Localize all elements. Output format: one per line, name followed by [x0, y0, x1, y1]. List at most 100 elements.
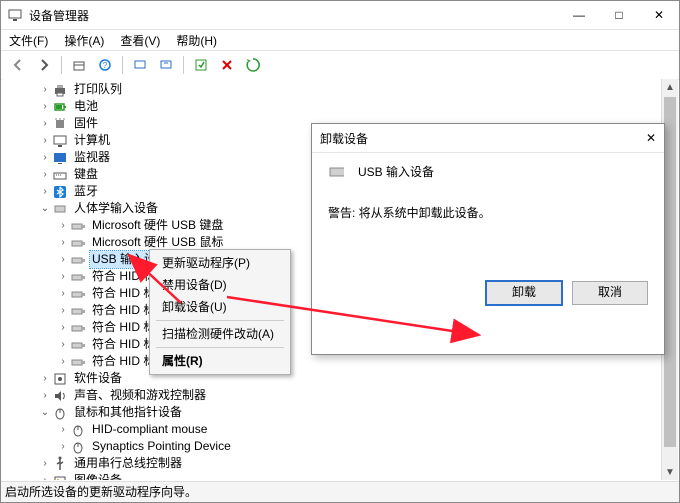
menu-file[interactable]: 文件(F)	[7, 32, 50, 49]
device-button-1[interactable]	[129, 54, 151, 76]
device-icon	[70, 320, 86, 336]
context-menu-item[interactable]: 卸载设备(U)	[152, 296, 288, 318]
tree-item[interactable]: ›Synaptics Pointing Device	[2, 438, 678, 455]
tree-toggle[interactable]: ›	[56, 217, 70, 234]
device-icon	[70, 252, 86, 268]
uninstall-tool-button[interactable]	[216, 54, 238, 76]
menu-view[interactable]: 查看(V)	[118, 32, 162, 49]
status-text: 启动所选设备的更新驱动程序向导。	[5, 485, 197, 499]
forward-button[interactable]	[33, 54, 55, 76]
dialog-close-button[interactable]: ✕	[626, 131, 656, 145]
context-menu-item[interactable]: 扫描检测硬件改动(A)	[152, 323, 288, 345]
tree-item-label: 计算机	[72, 132, 112, 149]
tree-item[interactable]: › 通用串行总线控制器	[2, 455, 678, 472]
tree-toggle[interactable]: ›	[56, 268, 70, 285]
tree-item[interactable]: › 符合 HID 标	[2, 353, 678, 370]
tree-toggle[interactable]: ›	[56, 251, 70, 268]
tree-toggle[interactable]: ›	[56, 234, 70, 251]
back-button[interactable]	[7, 54, 29, 76]
tree-item[interactable]: ›声音、视频和游戏控制器	[2, 387, 678, 404]
tree-item-label: 软件设备	[72, 370, 124, 387]
context-menu: 更新驱动程序(P)禁用设备(D)卸载设备(U) 扫描检测硬件改动(A) 属性(R)	[149, 249, 291, 375]
update-tool-button[interactable]	[242, 54, 264, 76]
tree-item-label: 符合 HID 标	[90, 336, 157, 353]
help-button[interactable]: ?	[94, 54, 116, 76]
dialog-warning-text: 警告: 将从系统中卸载此设备。	[328, 204, 648, 221]
tree-item[interactable]: › 打印队列	[2, 81, 678, 98]
tree-toggle[interactable]: ⌄	[38, 200, 52, 217]
device-icon	[70, 218, 86, 234]
tree-item-label: HID-compliant mouse	[90, 421, 209, 438]
mouse-icon	[70, 439, 86, 455]
dialog-device-row: USB 输入设备	[328, 163, 648, 180]
tree-item-label: 通用串行总线控制器	[72, 455, 184, 472]
tree-item[interactable]: › 图像设备	[2, 472, 678, 480]
device-button-2[interactable]	[155, 54, 177, 76]
tree-toggle[interactable]: ›	[38, 166, 52, 183]
cancel-button[interactable]: 取消	[572, 281, 648, 305]
scroll-down-button[interactable]: ▼	[662, 464, 678, 480]
tree-item[interactable]: › 电池	[2, 98, 678, 115]
tree-toggle[interactable]: ›	[56, 285, 70, 302]
tree-toggle[interactable]: ›	[56, 438, 70, 455]
properties-button[interactable]	[68, 54, 90, 76]
minimize-button[interactable]: —	[559, 1, 599, 29]
window-title: 设备管理器	[29, 7, 559, 24]
device-icon	[328, 164, 344, 180]
close-button[interactable]: ✕	[639, 1, 679, 29]
software-icon	[52, 371, 68, 387]
tree-item-label: 符合 HID 标	[90, 302, 157, 319]
tree-item-label: 图像设备	[72, 472, 124, 480]
tree-toggle[interactable]: ›	[38, 387, 52, 404]
tree-item-label: 打印队列	[72, 81, 124, 98]
menu-help[interactable]: 帮助(H)	[174, 32, 219, 49]
toolbar-separator	[183, 56, 184, 74]
tree-toggle[interactable]: ›	[38, 115, 52, 132]
tree-item-label: 鼠标和其他指针设备	[72, 404, 184, 421]
device-icon	[70, 337, 86, 353]
tree-toggle[interactable]: ›	[56, 302, 70, 319]
tree-toggle[interactable]: ›	[56, 336, 70, 353]
tree-item[interactable]: › 软件设备	[2, 370, 678, 387]
tree-toggle[interactable]: ›	[56, 421, 70, 438]
tree-item[interactable]: ⌄ 鼠标和其他指针设备	[2, 404, 678, 421]
tree-toggle[interactable]: ›	[38, 132, 52, 149]
hid-icon	[52, 201, 68, 217]
uninstall-dialog: 卸载设备 ✕ USB 输入设备 警告: 将从系统中卸载此设备。 卸载 取消	[311, 123, 665, 355]
tree-toggle[interactable]: ›	[56, 353, 70, 370]
tree-toggle[interactable]: ›	[38, 81, 52, 98]
tree-toggle[interactable]: ›	[38, 472, 52, 480]
tree-item-label: 电池	[72, 98, 100, 115]
context-menu-item[interactable]: 禁用设备(D)	[152, 274, 288, 296]
tree-toggle[interactable]: ›	[38, 455, 52, 472]
context-menu-item[interactable]: 更新驱动程序(P)	[152, 252, 288, 274]
tree-toggle[interactable]: ›	[38, 98, 52, 115]
tree-toggle[interactable]: ›	[38, 149, 52, 166]
audio-icon	[52, 388, 68, 404]
keyboard-icon	[52, 167, 68, 183]
dialog-title-bar: 卸载设备 ✕	[312, 124, 664, 153]
menu-action[interactable]: 操作(A)	[62, 32, 106, 49]
tree-toggle[interactable]: ›	[56, 319, 70, 336]
scroll-up-button[interactable]: ▲	[662, 79, 678, 95]
computer-icon	[52, 133, 68, 149]
tree-toggle[interactable]: ›	[38, 183, 52, 200]
tree-item-label: 符合 HID 标	[90, 353, 157, 370]
scan-button[interactable]	[190, 54, 212, 76]
context-menu-item[interactable]: 属性(R)	[152, 350, 288, 372]
context-menu-separator	[156, 320, 284, 321]
tree-toggle[interactable]: ›	[38, 370, 52, 387]
tree-item[interactable]: › HID-compliant mouse	[2, 421, 678, 438]
scroll-thumb[interactable]	[664, 97, 676, 447]
status-bar: 启动所选设备的更新驱动程序向导。	[1, 481, 679, 502]
tree-item-label: 固件	[72, 115, 100, 132]
tree-item-label: 符合 HID 标	[90, 319, 157, 336]
maximize-button[interactable]: □	[599, 1, 639, 29]
dialog-device-name: USB 输入设备	[358, 163, 434, 180]
uninstall-button[interactable]: 卸载	[486, 281, 562, 305]
tree-item-label: Microsoft 硬件 USB 键盘	[90, 217, 225, 234]
tree-toggle[interactable]: ⌄	[38, 404, 52, 421]
dialog-button-row: 卸载 取消	[328, 281, 648, 305]
device-manager-window: 设备管理器 — □ ✕ 文件(F) 操作(A) 查看(V) 帮助(H) ? › 打…	[0, 0, 680, 503]
tree-item-label: 键盘	[72, 166, 100, 183]
